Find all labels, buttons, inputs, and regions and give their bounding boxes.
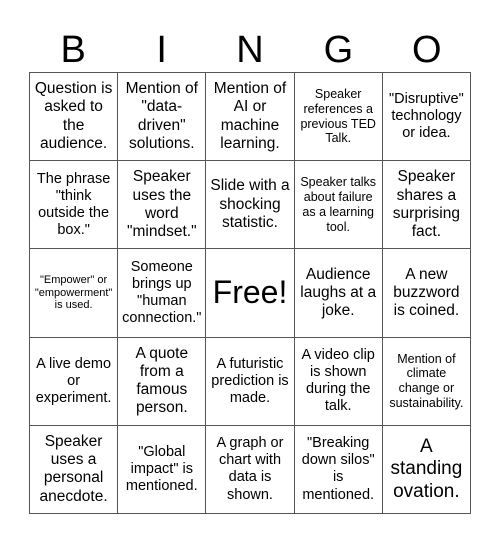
bingo-cell[interactable]: The phrase "think outside the box." — [30, 161, 119, 250]
bingo-cell[interactable]: Mention of climate change or sustainabil… — [382, 337, 471, 426]
bingo-cell[interactable]: Speaker references a previous TED Talk. — [294, 73, 383, 162]
bingo-cell[interactable]: Question is asked to the audience. — [30, 73, 119, 162]
bingo-cell[interactable]: Speaker uses a personal anecdote. — [30, 425, 119, 514]
header-letter-i: I — [156, 29, 167, 71]
free-space-cell[interactable]: Free! — [206, 249, 295, 338]
bingo-cell[interactable]: Mention of "data-driven" solutions. — [118, 73, 207, 162]
bingo-cell[interactable]: A new buzzword is coined. — [382, 249, 471, 338]
bingo-cell[interactable]: Mention of AI or machine learning. — [206, 73, 295, 162]
header-letter-n: N — [236, 29, 264, 71]
bingo-card: Question is asked to the audience. Menti… — [29, 72, 471, 514]
bingo-cell[interactable]: Speaker uses the word "mindset." — [118, 161, 207, 250]
header-letter-b: B — [60, 29, 86, 71]
bingo-cell[interactable]: "Empower" or "empowerment" is used. — [30, 249, 119, 338]
bingo-cell[interactable]: "Global impact" is mentioned. — [118, 425, 207, 514]
bingo-cell[interactable]: Slide with a shocking statistic. — [206, 161, 295, 250]
header-letter-o: O — [412, 29, 442, 71]
bingo-cell[interactable]: A quote from a famous person. — [118, 337, 207, 426]
bingo-cell[interactable]: "Breaking down silos" is mentioned. — [294, 425, 383, 514]
bingo-cell[interactable]: A futuristic prediction is made. — [206, 337, 295, 426]
bingo-cell[interactable]: Speaker shares a surprising fact. — [382, 161, 471, 250]
bingo-cell[interactable]: A live demo or experiment. — [30, 337, 119, 426]
bingo-cell[interactable]: "Disruptive" technology or idea. — [382, 73, 471, 162]
bingo-cell[interactable]: A standing ovation. — [382, 425, 471, 514]
header-letter-g: G — [323, 29, 354, 71]
bingo-header: B I N G O — [29, 28, 471, 72]
bingo-cell[interactable]: Audience laughs at a joke. — [294, 249, 383, 338]
bingo-cell[interactable]: A graph or chart with data is shown. — [206, 425, 295, 514]
bingo-cell[interactable]: Someone brings up "human connection." — [118, 249, 207, 338]
bingo-cell[interactable]: A video clip is shown during the talk. — [294, 337, 383, 426]
bingo-cell[interactable]: Speaker talks about failure as a learnin… — [294, 161, 383, 250]
